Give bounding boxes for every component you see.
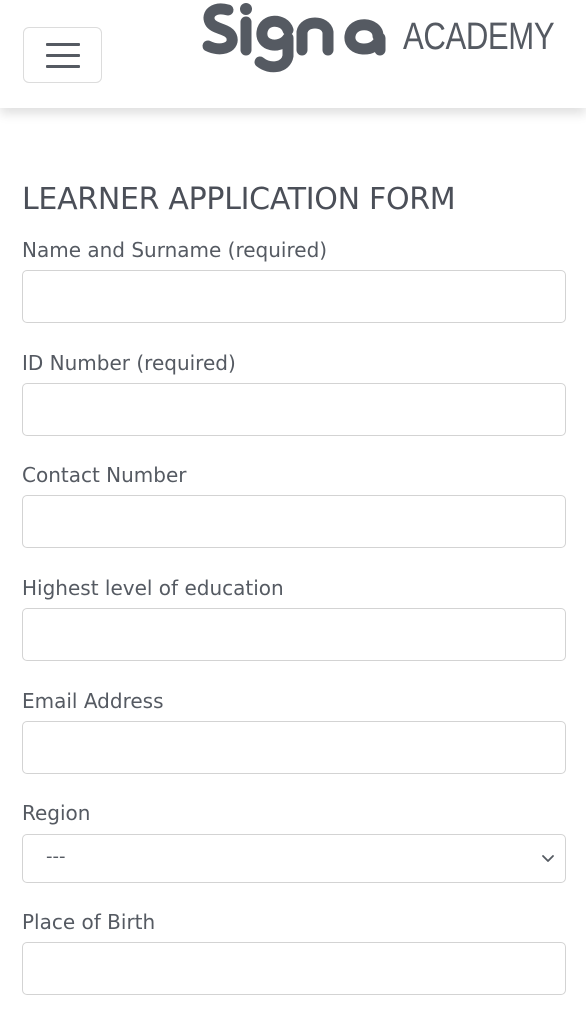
form-title: LEARNER APPLICATION FORM xyxy=(22,182,456,217)
menu-toggle-button[interactable] xyxy=(23,27,102,83)
region-select[interactable]: --- xyxy=(22,834,566,883)
id-number-label: ID Number (required) xyxy=(22,351,236,375)
chevron-down-icon xyxy=(542,855,554,862)
name-surname-label: Name and Surname (required) xyxy=(22,238,328,262)
place-of-birth-input[interactable] xyxy=(22,942,566,995)
region-selected-value: --- xyxy=(46,846,66,867)
id-number-input[interactable] xyxy=(22,383,566,436)
name-surname-input[interactable] xyxy=(22,270,566,323)
education-level-input[interactable] xyxy=(22,608,566,661)
signa-wordmark-logo xyxy=(202,3,386,73)
email-address-label: Email Address xyxy=(22,689,164,713)
logo-text: ACADEMY xyxy=(403,16,555,58)
place-of-birth-label: Place of Birth xyxy=(22,910,156,934)
learner-application-form: LEARNER APPLICATION FORM Name and Surnam… xyxy=(22,180,566,995)
hamburger-menu-icon-bar xyxy=(46,54,80,57)
contact-number-input[interactable] xyxy=(22,495,566,548)
email-address-input[interactable] xyxy=(22,721,566,774)
region-label: Region xyxy=(22,801,91,825)
education-level-label: Highest level of education xyxy=(22,576,284,600)
site-header: ACADEMY xyxy=(0,0,586,108)
hamburger-menu-icon-bar xyxy=(46,65,80,68)
hamburger-menu-icon xyxy=(46,43,80,46)
signa-academy-logo[interactable]: ACADEMY xyxy=(200,0,555,80)
contact-number-label: Contact Number xyxy=(22,463,187,487)
